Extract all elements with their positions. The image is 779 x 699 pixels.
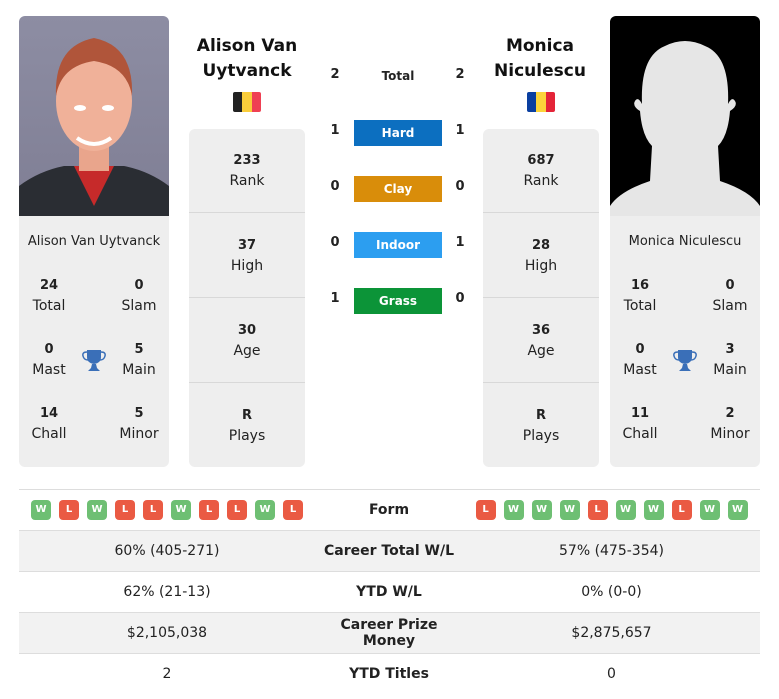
- player1-titles-minor: 5 Minor: [119, 406, 159, 442]
- form-win-badge[interactable]: W: [255, 500, 275, 520]
- player1-prize-money: $2,105,038: [126, 625, 208, 641]
- flag-stripe: [527, 92, 537, 112]
- trophy-icon: [82, 350, 106, 371]
- form-loss-badge[interactable]: L: [587, 500, 608, 520]
- form-win-badge[interactable]: W: [699, 500, 720, 520]
- flag-stripe: [251, 92, 261, 112]
- form-loss-badge[interactable]: L: [59, 500, 79, 520]
- surface-grass-badge[interactable]: Grass: [354, 288, 442, 314]
- player1-titles-mast: 0 Mast: [32, 342, 66, 378]
- player2-titles-chall: 11 Chall: [622, 406, 658, 442]
- player2-titles-main: 3 Main: [713, 342, 747, 378]
- player1-high: 37 High: [189, 214, 305, 298]
- player1-age: 30 Age: [189, 299, 305, 383]
- form-loss-badge[interactable]: L: [143, 500, 163, 520]
- career-wl-label: Career Total W/L: [324, 543, 454, 559]
- player2-header-name[interactable]: Monica Niculescu: [470, 34, 610, 84]
- form-loss-badge[interactable]: L: [671, 500, 692, 520]
- player2-titles-minor: 2 Minor: [710, 406, 750, 442]
- player2-stats-panel: 687 Rank 28 High 36 Age R Plays: [483, 129, 599, 467]
- flag-stripe: [233, 92, 243, 112]
- player2-titles-total: 16 Total: [623, 278, 657, 314]
- form-win-badge[interactable]: W: [531, 500, 552, 520]
- form-loss-badge[interactable]: L: [227, 500, 247, 520]
- surface-indoor-badge[interactable]: Indoor: [354, 232, 442, 258]
- ytd-titles-label: YTD Titles: [349, 666, 429, 682]
- prize-money-label: Career Prize Money: [340, 617, 438, 649]
- h2h-grass-p1: 1: [330, 291, 340, 306]
- player2-rank: 687 Rank: [483, 129, 599, 213]
- h2h-grass-p2: 0: [455, 291, 465, 306]
- form-win-badge[interactable]: W: [171, 500, 191, 520]
- table-row-career-wl: 60% (405-271) Career Total W/L 57% (475-…: [19, 530, 760, 571]
- player1-header-name[interactable]: Alison Van Uytvanck: [177, 34, 317, 84]
- player1-name: Alison Van Uytvanck: [27, 234, 161, 249]
- player1-ytd-wl: 62% (21-13): [123, 584, 211, 600]
- player1-career-wl: 60% (405-271): [114, 543, 220, 559]
- surface-clay-badge[interactable]: Clay: [354, 176, 442, 202]
- surface-hard-badge[interactable]: Hard: [354, 120, 442, 146]
- h2h-clay-p1: 0: [330, 179, 340, 194]
- h2h-hard-p2: 1: [455, 123, 465, 138]
- form-loss-badge[interactable]: L: [199, 500, 219, 520]
- player1-ytd-titles: 2: [162, 666, 172, 682]
- h2h-indoor-p1: 0: [330, 235, 340, 250]
- player2-form: LWWWLWWLWW: [463, 500, 760, 520]
- player1-titles-chall: 14 Chall: [31, 406, 67, 442]
- player2-prize-money: $2,875,657: [571, 625, 652, 641]
- form-label: Form: [368, 502, 410, 518]
- player1-portrait-image: [19, 38, 169, 216]
- player1-titles-main: 5 Main: [122, 342, 156, 378]
- form-loss-badge[interactable]: L: [115, 500, 135, 520]
- player1-stats-panel: 233 Rank 37 High 30 Age R Plays: [189, 129, 305, 467]
- player2-titles-mast: 0 Mast: [623, 342, 657, 378]
- flag-stripe: [545, 92, 555, 112]
- player2-high: 28 High: [483, 214, 599, 298]
- player1-plays: R Plays: [228, 408, 266, 444]
- player2-ytd-wl: 0% (0-0): [581, 584, 642, 600]
- table-row-ytd-wl: 62% (21-13) YTD W/L 0% (0-0): [19, 571, 760, 612]
- form-win-badge[interactable]: W: [727, 500, 748, 520]
- player2-career-wl: 57% (475-354): [559, 543, 664, 559]
- player1-form: WLWLLWLLWL: [19, 500, 315, 520]
- ytd-wl-label: YTD W/L: [356, 584, 422, 600]
- comparison-table: WLWLLWLLWL Form LWWWLWWLWW 60% (405-271)…: [19, 489, 760, 694]
- form-win-badge[interactable]: W: [87, 500, 107, 520]
- form-win-badge[interactable]: W: [559, 500, 580, 520]
- player2-titles-card: Monica Niculescu 16 Total 0 Slam 0 Mast …: [610, 216, 760, 467]
- form-win-badge[interactable]: W: [643, 500, 664, 520]
- player1-titles-slam: 0 Slam: [121, 278, 157, 314]
- player2-plays: R Plays: [522, 408, 560, 444]
- silhouette-icon: [610, 41, 760, 216]
- trophy-icon: [673, 350, 697, 371]
- player2-age: 36 Age: [483, 299, 599, 383]
- player2-ytd-titles: 0: [607, 666, 616, 682]
- form-win-badge[interactable]: W: [31, 500, 51, 520]
- table-row-ytd-titles: 2 YTD Titles 0: [19, 653, 760, 694]
- belgium-flag-icon: [233, 92, 261, 112]
- player2-titles-slam: 0 Slam: [712, 278, 748, 314]
- h2h-clay-p2: 0: [455, 179, 465, 194]
- form-win-badge[interactable]: W: [615, 500, 636, 520]
- form-loss-badge[interactable]: L: [475, 500, 496, 520]
- h2h-total-p2: 2: [455, 67, 465, 82]
- romania-flag-icon: [527, 92, 555, 112]
- form-win-badge[interactable]: W: [503, 500, 524, 520]
- player1-titles-total: 24 Total: [32, 278, 66, 314]
- player1-titles-card: Alison Van Uytvanck 24 Total 0 Slam 0 Ma…: [19, 216, 169, 467]
- h2h-hard-p1: 1: [330, 123, 340, 138]
- flag-stripe: [242, 92, 252, 112]
- player2-name: Monica Niculescu: [628, 234, 742, 249]
- form-loss-badge[interactable]: L: [283, 500, 303, 520]
- table-row-form: WLWLLWLLWL Form LWWWLWWLWW: [19, 489, 760, 530]
- flag-stripe: [536, 92, 546, 112]
- player1-rank: 233 Rank: [189, 129, 305, 213]
- player1-photo: [19, 16, 169, 216]
- player2-photo-placeholder: [610, 16, 760, 216]
- h2h-total-label: Total: [381, 69, 415, 83]
- table-row-prize-money: $2,105,038 Career Prize Money $2,875,657: [19, 612, 760, 653]
- h2h-indoor-p2: 1: [455, 235, 465, 250]
- h2h-total-p1: 2: [330, 67, 340, 82]
